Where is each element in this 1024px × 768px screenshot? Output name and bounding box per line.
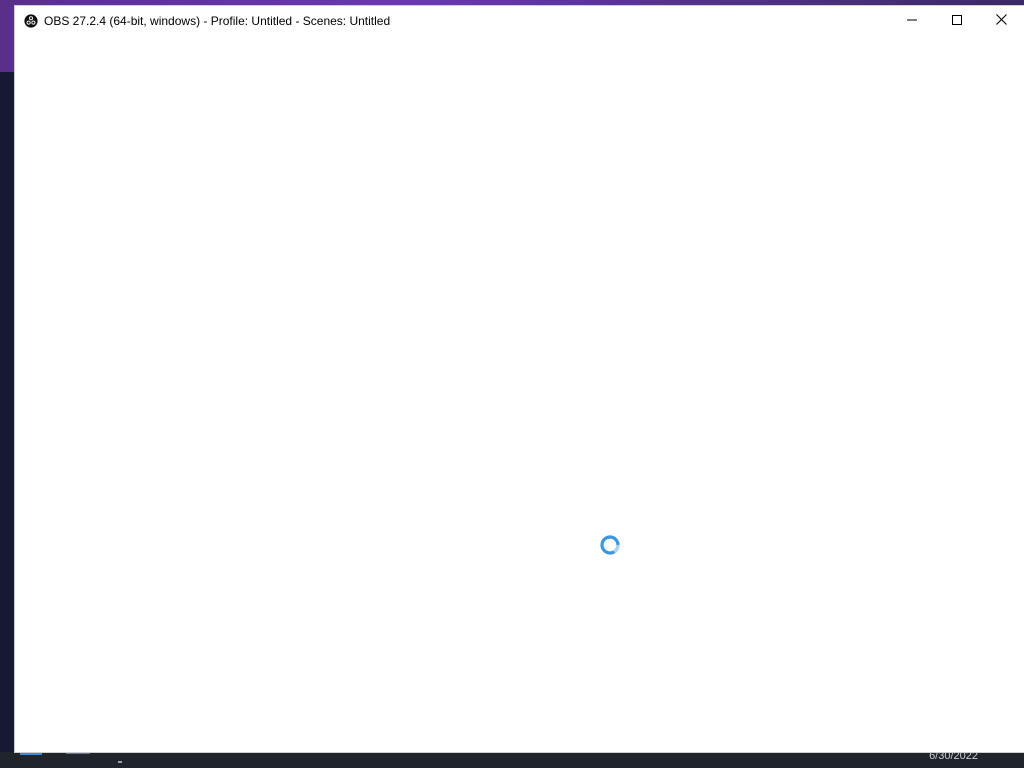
obs-main-window: OBS 27.2.4 (64-bit, windows) - Profile: … xyxy=(15,6,1024,752)
window-title: OBS 27.2.4 (64-bit, windows) - Profile: … xyxy=(44,14,391,28)
desktop: 6/30/2022 OBS 27.2.4 (64-bit, windows) -… xyxy=(0,0,1024,768)
maximize-button[interactable] xyxy=(934,6,979,36)
title-bar[interactable]: OBS 27.2.4 (64-bit, windows) - Profile: … xyxy=(15,6,1024,36)
busy-spinner-icon xyxy=(600,535,620,555)
taskbar-indicator xyxy=(118,761,122,763)
close-button[interactable] xyxy=(979,6,1024,36)
taskbar: 6/30/2022 xyxy=(0,752,1024,768)
desktop-wallpaper-left xyxy=(0,72,16,752)
obs-logo-icon xyxy=(24,14,38,28)
minimize-button[interactable] xyxy=(889,6,934,36)
close-icon xyxy=(996,12,1007,30)
start-button[interactable] xyxy=(20,752,42,755)
taskbar-app-item[interactable] xyxy=(66,752,90,754)
window-content-loading xyxy=(15,36,1024,752)
window-controls xyxy=(889,6,1024,36)
minimize-icon xyxy=(906,12,917,30)
maximize-icon xyxy=(951,12,962,30)
taskbar-clock[interactable]: 6/30/2022 xyxy=(929,752,978,760)
